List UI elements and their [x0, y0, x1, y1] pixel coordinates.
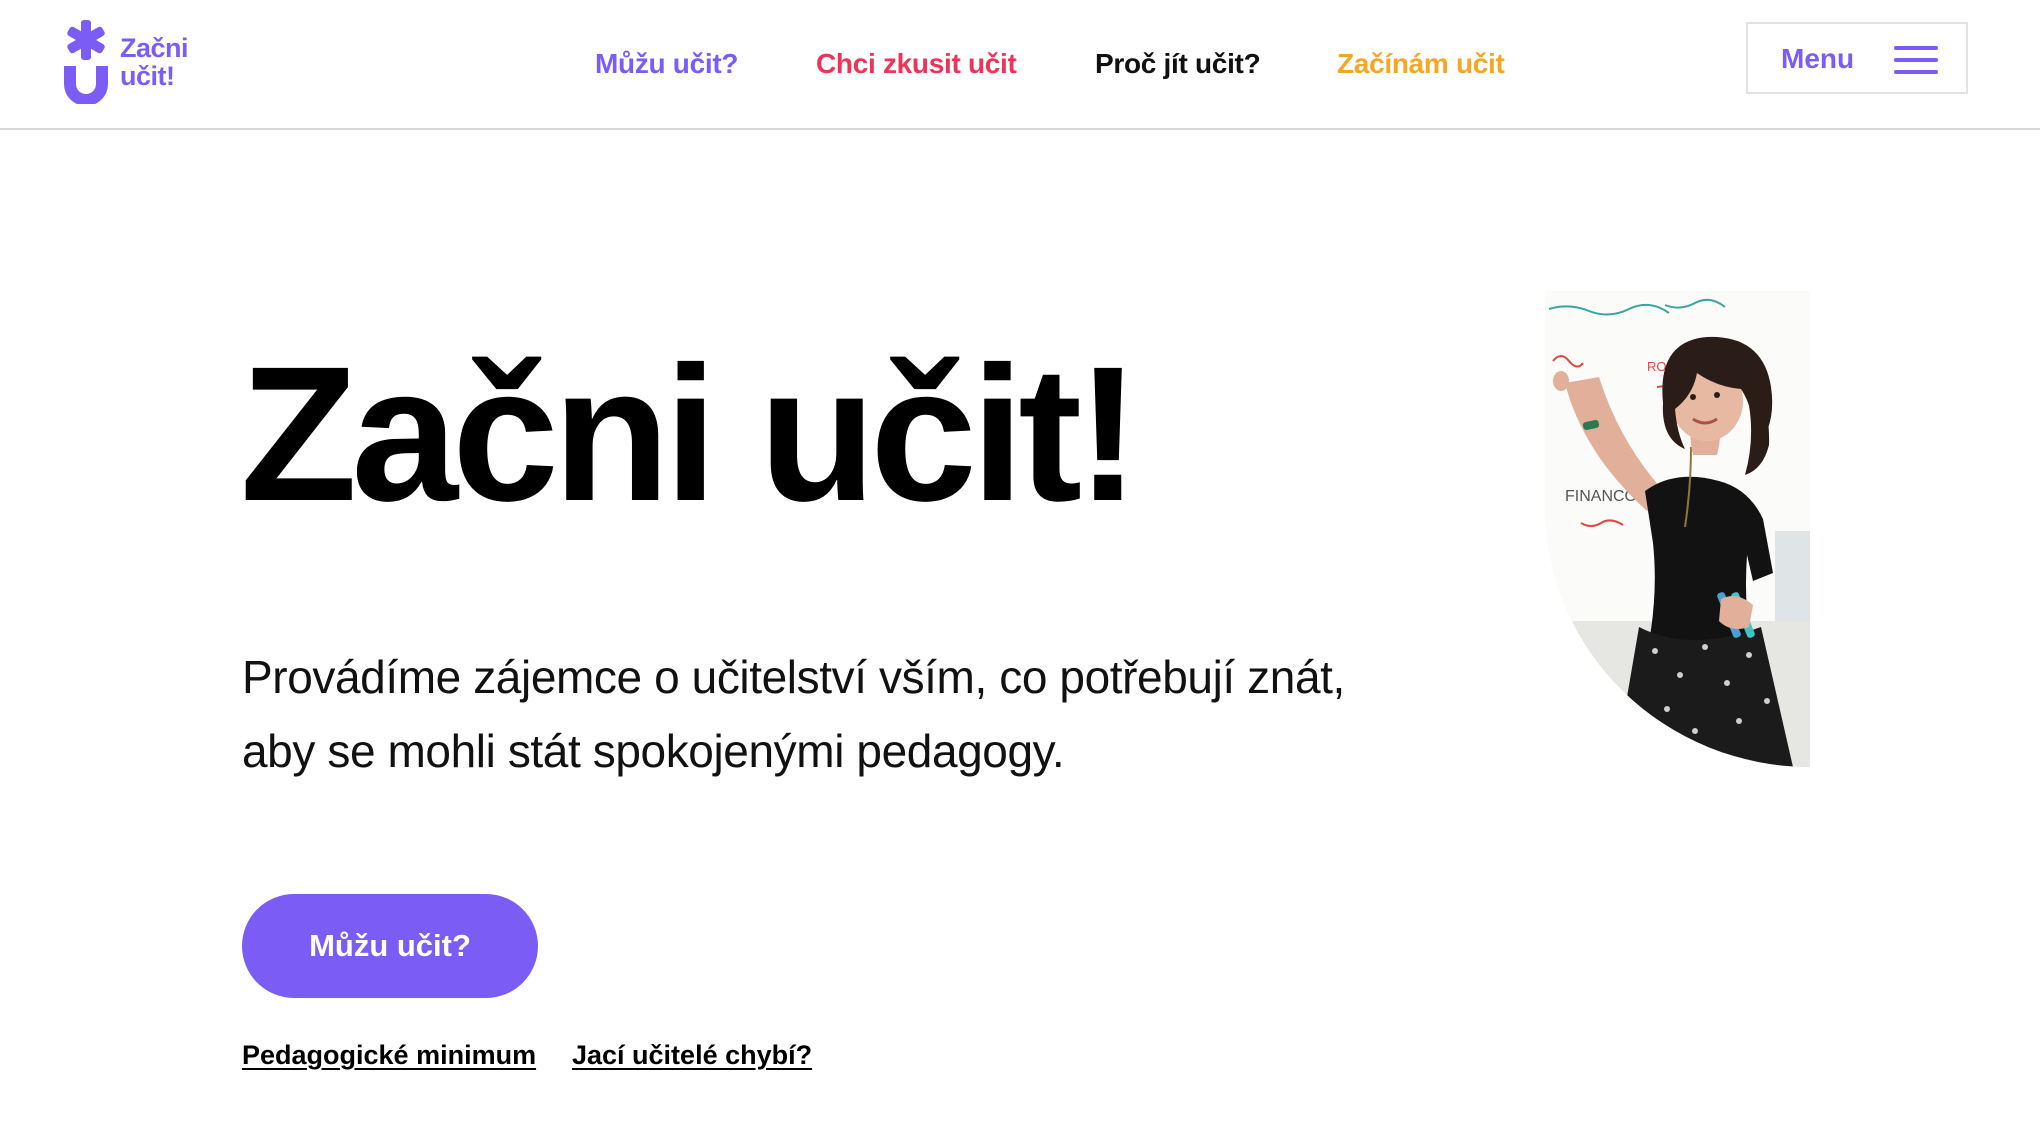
- nav-link-proc-jit-ucit[interactable]: Proč jít učit?: [1095, 48, 1261, 80]
- logo-link[interactable]: Začni učit!: [62, 20, 202, 104]
- nav-link-zacinam-ucit[interactable]: Začínám učit: [1337, 48, 1505, 80]
- logo-line-2: učit!: [120, 61, 175, 91]
- logo-line-1: Začni: [120, 33, 189, 63]
- link-jaci-ucitele-chybi[interactable]: Jací učitelé chybí?: [572, 1040, 812, 1071]
- nav-link-muzu-ucit[interactable]: Můžu učit?: [595, 48, 739, 80]
- menu-label: Menu: [1781, 43, 1855, 74]
- menu-button[interactable]: Menu: [1746, 22, 1968, 94]
- cta-muzu-ucit-button[interactable]: Můžu učit?: [242, 894, 538, 998]
- teacher-whiteboard-photo: ROZHODNUTÍ FINANCOVÁNÍ: [1545, 291, 1810, 767]
- site-header: Začni učit! Můžu učit? Chci zkusit učit …: [0, 0, 2040, 130]
- hero-title: Začni učit!: [240, 326, 1140, 541]
- logo-wordmark: Začni učit!: [120, 33, 189, 91]
- hamburger-icon: [1894, 46, 1938, 76]
- page: Začni učit! Můžu učit? Chci zkusit učit …: [0, 0, 2040, 1146]
- teacher-illustration: ROZHODNUTÍ FINANCOVÁNÍ: [1545, 291, 1810, 767]
- hero-description: Provádíme zájemce o učitelství vším, co …: [242, 651, 1345, 777]
- link-pedagogicke-minimum[interactable]: Pedagogické minimum: [242, 1040, 536, 1071]
- asterisk-u-logo-icon: [64, 20, 108, 104]
- nav-link-chci-zkusit-ucit[interactable]: Chci zkusit učit: [816, 48, 1017, 80]
